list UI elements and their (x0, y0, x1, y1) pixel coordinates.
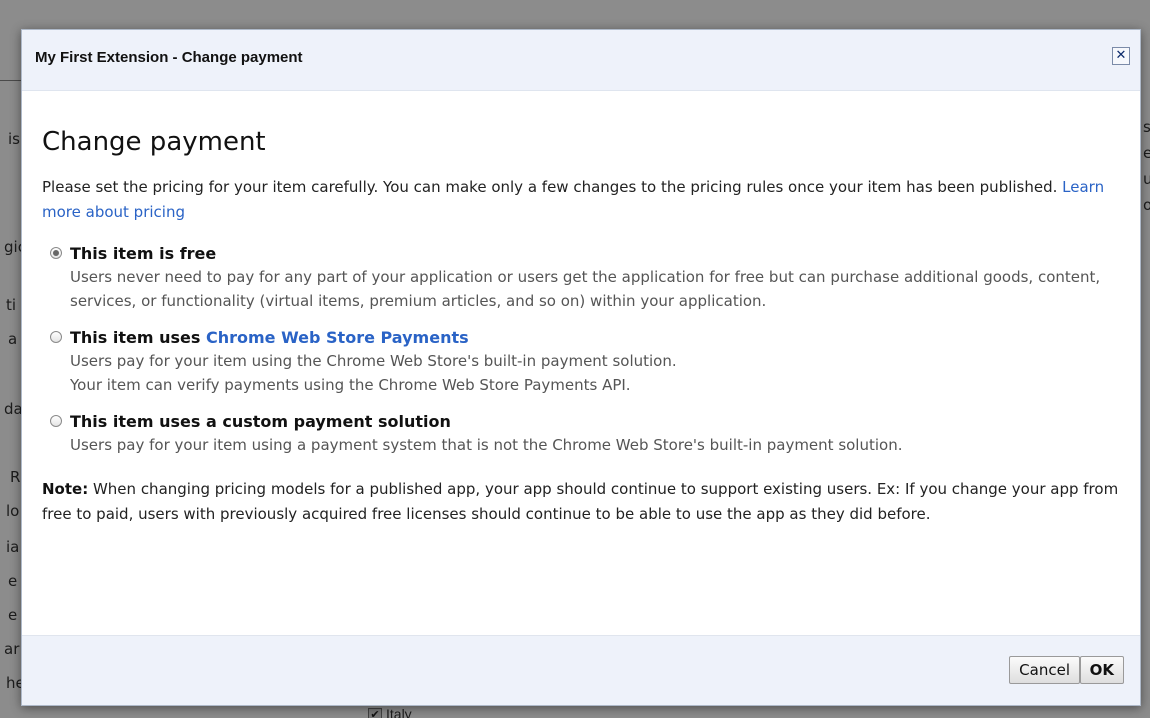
change-payment-dialog: My First Extension - Change payment ✕ Ch… (21, 29, 1141, 706)
option-description: Your item can verify payments using the … (70, 376, 631, 394)
radio-custom-payment[interactable] (50, 415, 62, 427)
option-description: Users pay for your item using a payment … (70, 436, 903, 454)
option-description: Users never need to pay for any part of … (70, 268, 1101, 310)
option-title: This item uses a custom payment solution (70, 412, 451, 431)
chrome-web-store-payments-link[interactable]: Chrome Web Store Payments (206, 328, 469, 347)
note-label: Note: (42, 480, 89, 498)
note-paragraph: Note: When changing pricing models for a… (42, 477, 1120, 527)
radio-cws-payments[interactable] (50, 331, 62, 343)
intro-text: Please set the pricing for your item car… (42, 178, 1058, 196)
option-title: This item is free (70, 244, 217, 263)
dialog-title: My First Extension - Change payment (35, 49, 303, 66)
option-cws-payments[interactable]: This item uses Chrome Web Store Payments… (42, 327, 1120, 397)
note-text: When changing pricing models for a publi… (42, 480, 1119, 523)
cancel-button[interactable]: Cancel (1009, 656, 1080, 684)
option-description: Users pay for your item using the Chrome… (70, 352, 677, 370)
intro-paragraph: Please set the pricing for your item car… (42, 175, 1120, 225)
dialog-content: Change payment Please set the pricing fo… (22, 91, 1140, 527)
option-title: This item uses Chrome Web Store Payments (70, 327, 1120, 349)
close-icon[interactable]: ✕ (1112, 47, 1130, 65)
dialog-footer: Cancel OK (22, 635, 1140, 705)
radio-free[interactable] (50, 247, 62, 259)
option-free[interactable]: This item is free Users never need to pa… (42, 243, 1120, 313)
dialog-titlebar: My First Extension - Change payment ✕ (22, 30, 1140, 91)
option-custom-payment[interactable]: This item uses a custom payment solution… (42, 411, 1120, 457)
page-title: Change payment (42, 127, 266, 157)
option-title-text: This item uses (70, 328, 206, 347)
ok-button[interactable]: OK (1079, 656, 1124, 684)
